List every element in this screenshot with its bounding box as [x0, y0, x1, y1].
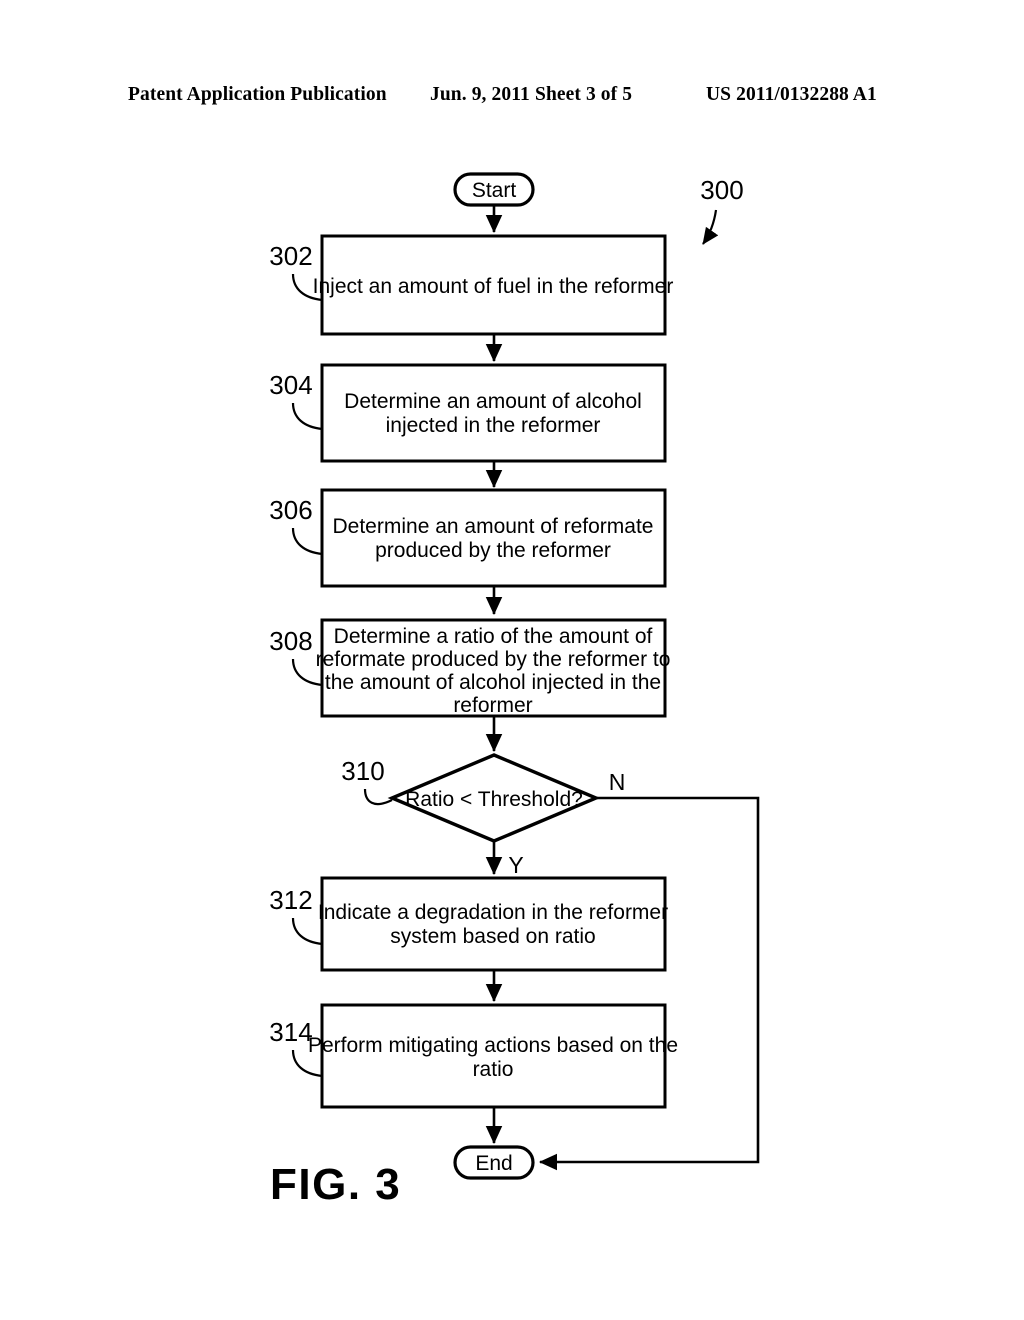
branch-label-yes: Y	[508, 852, 523, 878]
diagram-ref-leader-arrow	[702, 209, 719, 245]
node-304: Determine an amount of alcohol injected …	[269, 363, 667, 463]
diamond-310-ref-label: 310	[341, 756, 384, 786]
box-304-label-line1: Determine an amount of alcohol	[344, 390, 642, 413]
node-306: Determine an amount of reformate produce…	[269, 488, 667, 588]
flowchart-diagram: 300 Start Inject an amount of fuel in th…	[269, 172, 760, 1180]
box-312-label-line1: Indicate a degradation in the reformer	[318, 901, 668, 924]
box-308-label-line3: the amount of alcohol injected in the	[325, 671, 661, 694]
box-314-label-line2: ratio	[473, 1058, 514, 1081]
box-304-label-line2: injected in the reformer	[386, 414, 601, 437]
node-310: Ratio < Threshold? 310	[341, 753, 601, 843]
end-terminal-label: End	[475, 1152, 512, 1175]
box-306-ref-label: 306	[269, 495, 312, 525]
box-304-shape	[320, 363, 667, 463]
node-start: Start	[453, 172, 535, 207]
box-308-label-line4: reformer	[453, 694, 532, 717]
node-308: Determine a ratio of the amount of refor…	[269, 618, 671, 718]
box-304-ref-leader	[291, 402, 323, 431]
node-314: Perform mitigating actions based on the …	[269, 1003, 678, 1109]
start-terminal-label: Start	[472, 179, 517, 202]
diagram-ref-label: 300	[700, 175, 743, 205]
box-304-ref-label: 304	[269, 370, 312, 400]
diagram-reference-300: 300	[700, 175, 744, 245]
branch-label-no: N	[609, 769, 626, 795]
node-302: Inject an amount of fuel in the reformer…	[269, 234, 674, 336]
box-306-label-line1: Determine an amount of reformate	[333, 515, 654, 538]
box-312-label-line2: system based on ratio	[390, 925, 595, 948]
node-312: Indicate a degradation in the reformer s…	[269, 876, 668, 972]
box-312-ref-label: 312	[269, 885, 312, 915]
box-314-ref-label: 314	[269, 1017, 312, 1047]
box-308-label-line1: Determine a ratio of the amount of	[334, 625, 653, 648]
box-302-label-line1: Inject an amount of fuel in the reformer	[313, 275, 674, 298]
node-end: End	[453, 1145, 535, 1180]
box-306-shape	[320, 488, 667, 588]
box-314-label-line1: Perform mitigating actions based on the	[308, 1034, 678, 1057]
box-302-ref-label: 302	[269, 241, 312, 271]
box-308-label-line2: reformate produced by the reformer to	[316, 648, 671, 671]
box-306-label-line2: produced by the reformer	[375, 539, 611, 562]
diamond-310-label: Ratio < Threshold?	[405, 788, 583, 811]
diamond-310-ref-leader	[363, 788, 393, 806]
figure-caption: FIG. 3	[270, 1160, 402, 1209]
box-312-shape	[320, 876, 667, 972]
box-306-ref-leader	[291, 527, 323, 556]
box-308-ref-label: 308	[269, 626, 312, 656]
